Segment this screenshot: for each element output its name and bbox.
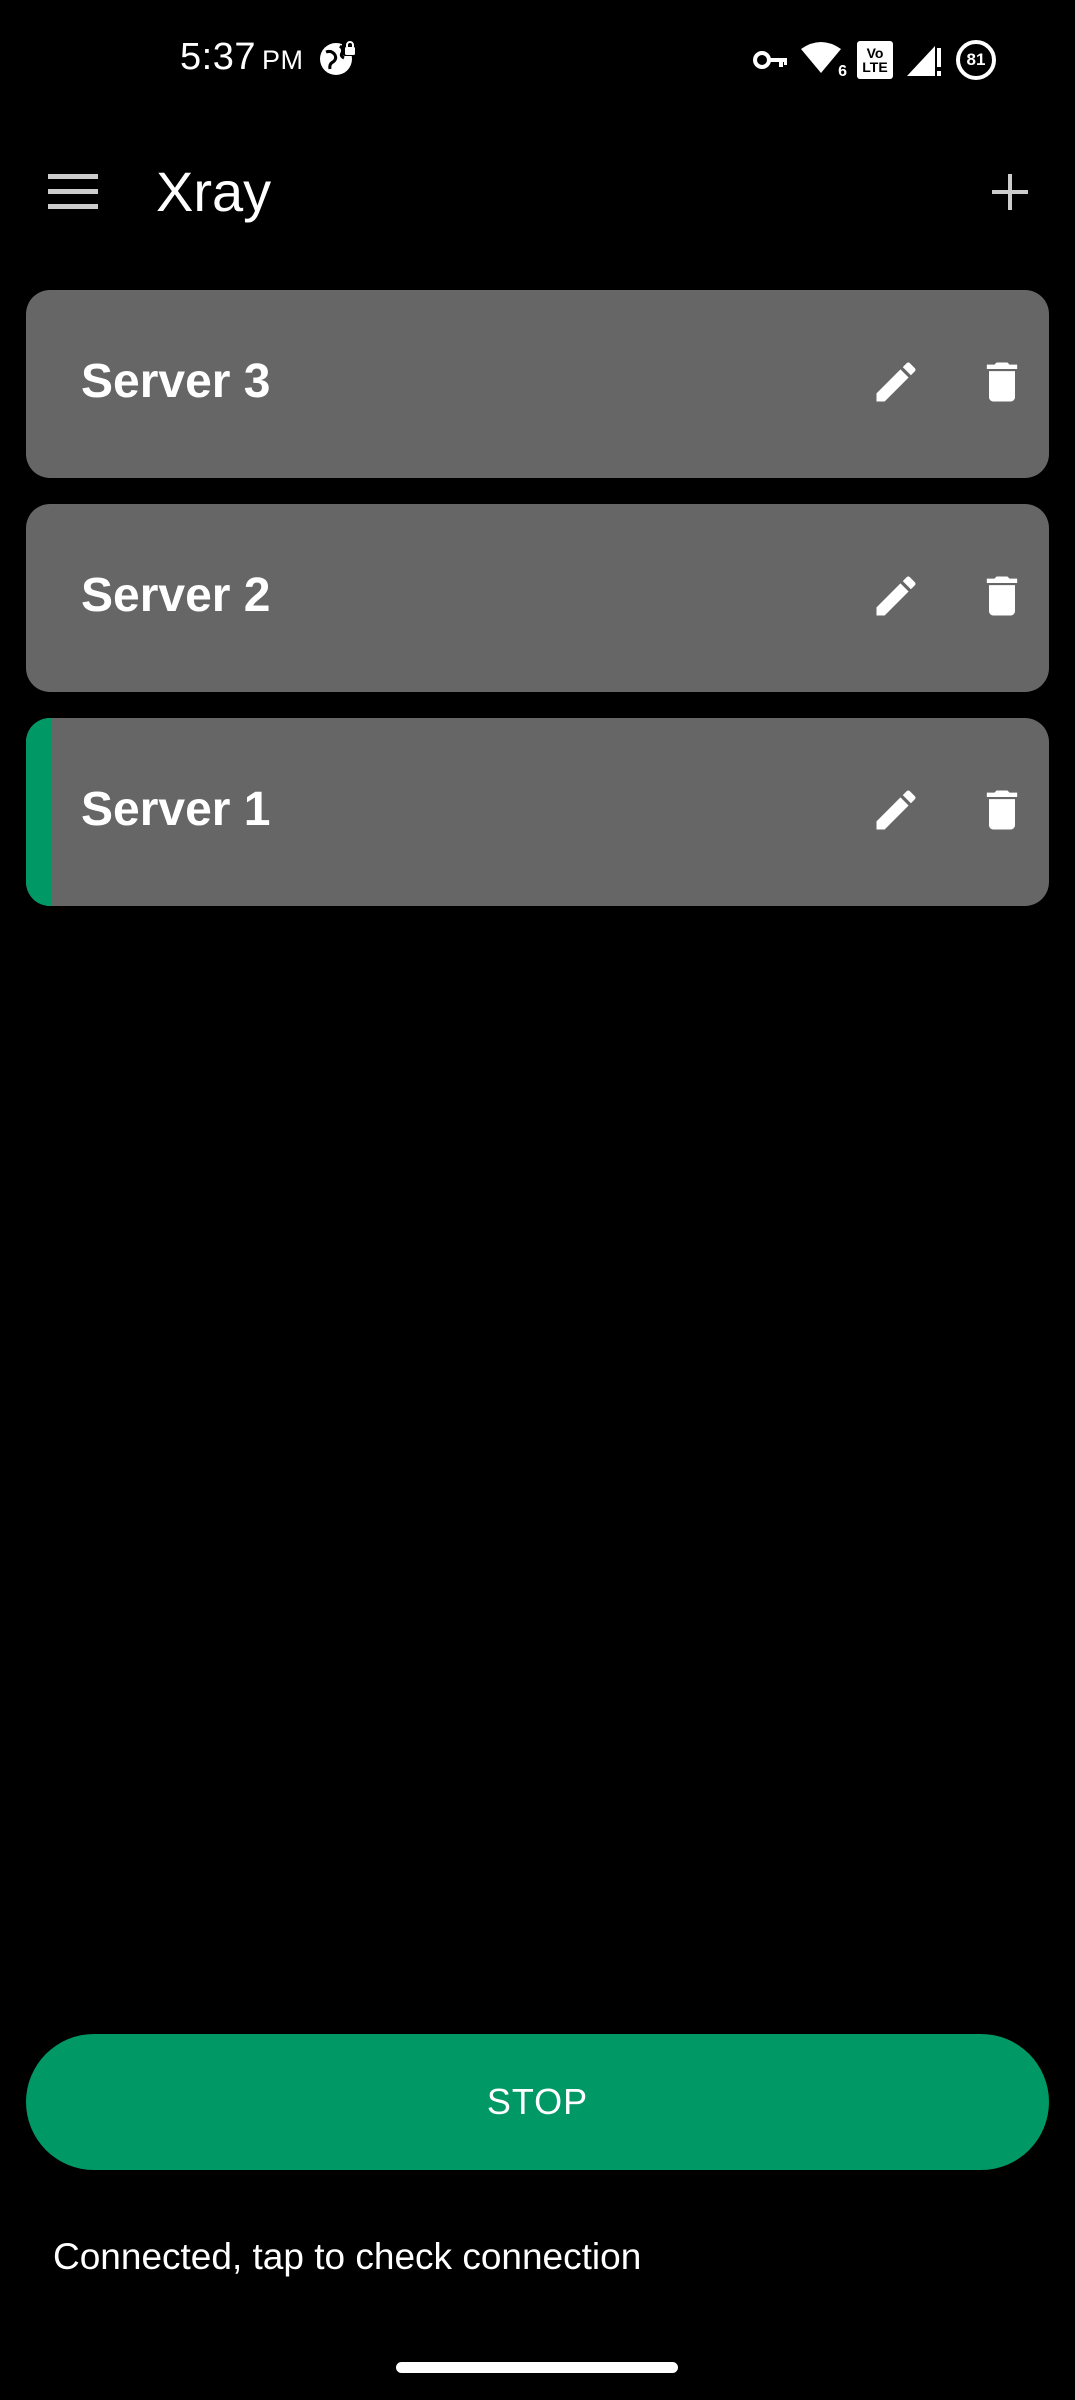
signal-icon — [905, 42, 943, 78]
battery-level: 81 — [966, 50, 986, 69]
wifi-badge: 6 — [838, 63, 847, 80]
selected-indicator — [26, 718, 52, 906]
server-name: Server 1 — [81, 783, 271, 836]
pencil-icon — [870, 356, 922, 413]
status-time-value: 5:37 — [180, 36, 256, 78]
pencil-icon — [870, 784, 922, 841]
trash-icon — [976, 356, 1028, 413]
delete-server-button[interactable] — [968, 778, 1036, 846]
edit-server-button[interactable] — [862, 778, 930, 846]
delete-server-button[interactable] — [968, 350, 1036, 418]
volte-top-text: Vo — [866, 45, 884, 61]
trash-icon — [976, 570, 1028, 627]
globe-icon — [318, 38, 358, 78]
battery-icon: 81 — [955, 39, 997, 81]
selected-indicator — [26, 504, 52, 692]
wifi-icon: 6 — [801, 41, 847, 80]
edit-server-button[interactable] — [862, 564, 930, 632]
delete-server-button[interactable] — [968, 564, 1036, 632]
status-time: 5:37 PM — [180, 36, 303, 79]
connection-status[interactable]: Connected, tap to check connection — [53, 2236, 641, 2278]
menu-icon — [48, 173, 98, 215]
selected-indicator — [26, 290, 52, 478]
home-indicator[interactable] — [396, 2362, 678, 2373]
server-name: Server 3 — [81, 355, 271, 408]
edit-server-button[interactable] — [862, 350, 930, 418]
app-title: Xray — [156, 160, 272, 223]
pencil-icon — [870, 570, 922, 627]
server-card[interactable]: Server 2 — [26, 504, 1049, 692]
stop-button[interactable]: STOP — [26, 2034, 1049, 2170]
menu-button[interactable] — [38, 161, 108, 227]
app-bar: Xray — [0, 125, 1075, 260]
plus-icon — [990, 172, 1030, 217]
server-card[interactable]: Server 3 — [26, 290, 1049, 478]
status-icons: 6 Vo LTE 81 — [753, 40, 997, 80]
key-icon — [753, 48, 789, 72]
volte-badge: Vo LTE — [857, 41, 893, 79]
trash-icon — [976, 784, 1028, 841]
server-name: Server 2 — [81, 569, 271, 622]
server-card[interactable]: Server 1 — [26, 718, 1049, 906]
status-time-ampm: PM — [261, 45, 304, 75]
status-bar: 5:37 PM 6 Vo LTE 81 — [0, 0, 1075, 125]
volte-bottom-text: LTE — [862, 59, 888, 75]
server-list: Server 3 Server 2 Server 1 — [26, 290, 1049, 932]
add-server-button[interactable] — [975, 159, 1045, 229]
